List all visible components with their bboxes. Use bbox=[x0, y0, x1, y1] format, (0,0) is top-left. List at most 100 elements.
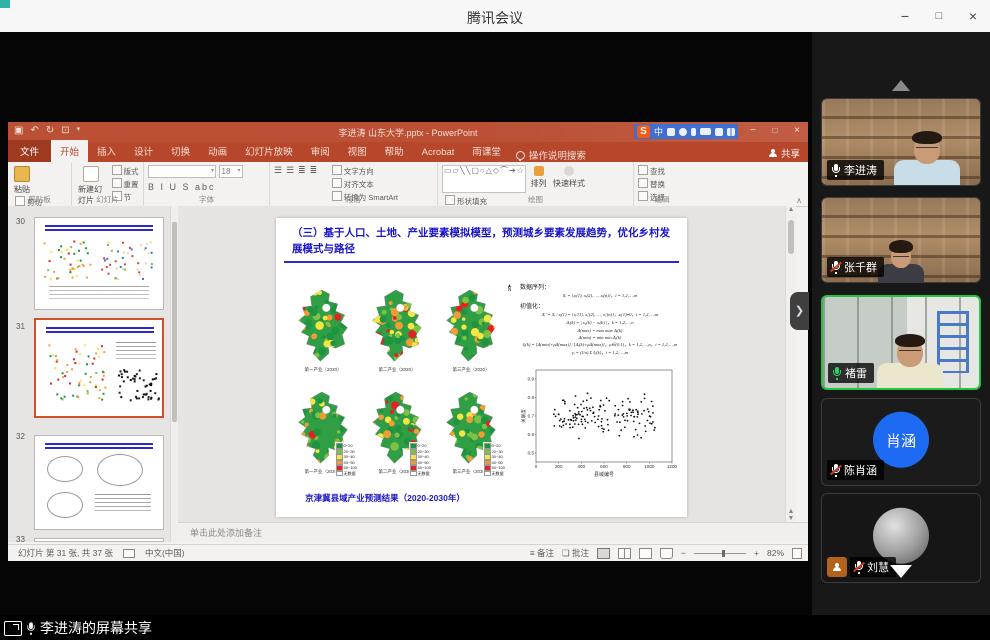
slide-thumbnail-panel: 30313233 bbox=[8, 206, 179, 542]
slide-thumbnail-32[interactable] bbox=[34, 435, 164, 530]
minimize-button[interactable]: − bbox=[888, 0, 922, 32]
slideshow-view-button[interactable] bbox=[660, 548, 673, 559]
screen-share-icon bbox=[4, 621, 22, 636]
screen-share-banner: 李进涛的屏幕共享 bbox=[4, 618, 152, 638]
ime-grid-icon[interactable] bbox=[727, 128, 735, 136]
svg-text:关联度: 关联度 bbox=[520, 409, 527, 423]
sidebar-collapse-handle[interactable]: ❯ bbox=[790, 292, 809, 330]
thumbnail-number: 30 bbox=[16, 217, 25, 226]
ime-toolbar[interactable]: S 中 bbox=[634, 124, 738, 139]
participant-tile-张千群[interactable]: 张千群 bbox=[821, 197, 981, 283]
ppt-restore-button[interactable]: □ bbox=[764, 122, 786, 140]
maximize-button[interactable]: □ bbox=[922, 0, 956, 32]
ribbon-tab-幻灯片放映[interactable]: 幻灯片放映 bbox=[236, 140, 302, 162]
participant-name: 褚雷 bbox=[845, 365, 867, 381]
arrange-button[interactable]: 排列 bbox=[531, 166, 547, 189]
slide-thumbnail-30[interactable] bbox=[34, 217, 164, 310]
ribbon-tab-文件[interactable]: 文件 bbox=[8, 140, 51, 162]
comments-toggle[interactable]: ❏ 批注 bbox=[562, 547, 589, 559]
scroll-down-icon[interactable] bbox=[890, 565, 912, 578]
reading-view-button[interactable] bbox=[639, 548, 652, 559]
display-settings-icon[interactable] bbox=[123, 549, 135, 558]
replace-button[interactable]: 替换 bbox=[638, 178, 665, 190]
ribbon-group-font: 18 B I U S abc 字体 bbox=[144, 162, 270, 206]
fit-slide-button[interactable] bbox=[792, 548, 802, 559]
close-button[interactable]: × bbox=[956, 0, 990, 32]
thumbnail-scrollbar[interactable] bbox=[170, 206, 178, 542]
slide-thumbnail-31[interactable] bbox=[34, 318, 164, 418]
ribbon-tab-视图[interactable]: 视图 bbox=[339, 140, 376, 162]
participant-tile-李进涛[interactable]: 李进涛 bbox=[821, 98, 981, 186]
scroll-up-icon[interactable] bbox=[892, 80, 910, 91]
north-arrow-icon: ▲N bbox=[507, 284, 512, 292]
slide-sorter-view-button[interactable] bbox=[618, 548, 631, 559]
ime-keyboard-icon[interactable] bbox=[700, 128, 711, 135]
font-size-combo[interactable]: 18 bbox=[219, 165, 243, 178]
align-text-button[interactable]: 对齐文本 bbox=[332, 178, 398, 190]
ppt-close-button[interactable]: × bbox=[786, 122, 808, 140]
slide-editing-area[interactable]: （三）基于人口、土地、产业要素模拟模型，预测城乡要素发展趋势，优化乡村发展模式与… bbox=[178, 206, 785, 522]
list-buttons[interactable]: ☰☰≣≣ bbox=[274, 165, 321, 175]
quick-styles-icon bbox=[564, 166, 574, 176]
tell-me-search[interactable]: 操作说明搜索 bbox=[516, 148, 586, 162]
font-format-buttons[interactable]: B I U S abc bbox=[148, 182, 265, 192]
ribbon-tab-开始[interactable]: 开始 bbox=[51, 140, 88, 162]
svg-text:600: 600 bbox=[600, 464, 608, 469]
ribbon-tab-bar: 文件开始插入设计切换动画幻灯片放映审阅视图帮助Acrobat雨课堂操作说明搜索 bbox=[8, 142, 808, 162]
zoom-out-button[interactable]: − bbox=[681, 548, 686, 558]
find-button[interactable]: 查找 bbox=[638, 165, 665, 177]
sogou-logo-icon[interactable]: S bbox=[637, 125, 650, 138]
mic-muted-icon bbox=[854, 561, 864, 574]
ribbon-tab-Acrobat[interactable]: Acrobat bbox=[413, 143, 464, 162]
person-icon bbox=[769, 149, 777, 157]
ribbon-tab-雨课堂[interactable]: 雨课堂 bbox=[463, 140, 510, 162]
participant-name-chip: 陈肖涵 bbox=[827, 460, 884, 480]
ppt-minimize-button[interactable]: − bbox=[742, 122, 764, 140]
lightbulb-icon bbox=[516, 151, 525, 160]
choropleth-map: 第一产业（2020） bbox=[288, 288, 358, 384]
thumbnail-number: 33 bbox=[16, 535, 25, 542]
ime-mic-icon[interactable] bbox=[691, 128, 696, 136]
text-direction-button[interactable]: 文字方向 bbox=[332, 165, 398, 177]
ime-emoji-icon[interactable] bbox=[679, 128, 687, 136]
ppt-share-button[interactable]: 共享 bbox=[769, 146, 800, 160]
slide-scrollbar[interactable]: ▲ ▲▼ bbox=[785, 206, 796, 522]
notes-toggle[interactable]: ≡ 备注 bbox=[530, 547, 554, 559]
zoom-percent[interactable]: 82% bbox=[767, 548, 784, 558]
shape-gallery[interactable]: ▭▱╲╲▢○△◇⌒➔☆ bbox=[442, 165, 526, 193]
svg-text:800: 800 bbox=[623, 464, 631, 469]
ribbon-tab-设计[interactable]: 设计 bbox=[125, 140, 162, 162]
thumbnail-number: 32 bbox=[16, 432, 25, 441]
ribbon-tab-插入[interactable]: 插入 bbox=[88, 140, 125, 162]
ribbon-tab-动画[interactable]: 动画 bbox=[199, 140, 236, 162]
zoom-slider[interactable] bbox=[694, 553, 746, 554]
normal-view-button[interactable] bbox=[597, 548, 610, 559]
ime-lang-indicator[interactable]: 中 bbox=[654, 125, 663, 138]
paste-button[interactable]: 粘贴 bbox=[14, 166, 30, 195]
formula-line: γᵢ = (1⁄n) Σ ξᵢ(k)，i = 1,2,…,m bbox=[520, 350, 680, 356]
zoom-in-button[interactable]: + bbox=[754, 548, 759, 558]
ime-tool-icon[interactable] bbox=[667, 128, 675, 136]
font-name-combo[interactable] bbox=[148, 165, 216, 178]
ribbon-tab-切换[interactable]: 切换 bbox=[162, 140, 199, 162]
arrange-icon bbox=[534, 166, 544, 176]
notes-pane[interactable]: 单击此处添加备注 bbox=[178, 522, 808, 542]
layout-button[interactable]: 版式 bbox=[112, 165, 139, 177]
ribbon-tab-帮助[interactable]: 帮助 bbox=[376, 140, 413, 162]
ribbon-collapse-icon[interactable]: ∧ bbox=[796, 196, 802, 205]
slide-canvas[interactable]: （三）基于人口、土地、产业要素模拟模型，预测城乡要素发展趋势，优化乡村发展模式与… bbox=[276, 218, 687, 517]
ime-skin-icon[interactable] bbox=[715, 128, 723, 136]
ribbon-tab-审阅[interactable]: 审阅 bbox=[302, 140, 339, 162]
participant-tile-陈肖涵[interactable]: 肖涵陈肖涵 bbox=[821, 398, 981, 486]
participant-tile-褚雷[interactable]: 褚雷 bbox=[821, 295, 981, 390]
participants-sidebar: 李进涛张千群褚雷肖涵陈肖涵刘慧 bbox=[812, 32, 990, 615]
thumbnail-dots bbox=[35, 218, 37, 220]
participant-video-person bbox=[894, 136, 960, 185]
slide-thumbnail-33[interactable] bbox=[34, 538, 164, 542]
reset-button[interactable]: 重置 bbox=[112, 178, 139, 190]
maps-caption: 京津冀县域产业预测结果（2020-2030年） bbox=[276, 492, 494, 504]
formula-line: Xᵢ′ = Xᵢ ⁄ xᵢ(1) = {xᵢ′(1), xᵢ′(2), …, x… bbox=[520, 312, 680, 318]
quick-styles-button[interactable]: 快速样式 bbox=[553, 166, 585, 189]
language-indicator[interactable]: 中文(中国) bbox=[145, 547, 185, 559]
scatter-plot: 0.90.80.70.60.5020040060080010001200县域编号… bbox=[520, 362, 680, 486]
